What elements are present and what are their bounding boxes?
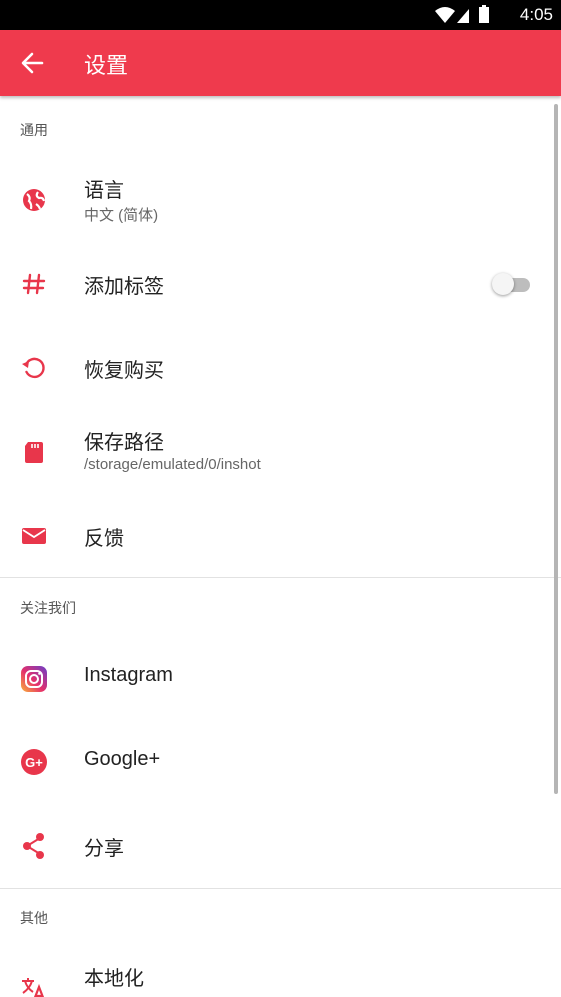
section-header-other: 其他 — [20, 910, 48, 926]
instagram-title: Instagram — [84, 664, 173, 686]
save-path-title: 保存路径 — [84, 432, 164, 454]
setting-item-restore-purchase[interactable]: 恢复购买 — [0, 326, 553, 410]
app-bar: 设置 — [0, 30, 561, 96]
page-title: 设置 — [84, 53, 129, 78]
language-value: 中文 (简体) — [84, 207, 159, 224]
setting-item-feedback[interactable]: 反馈 — [0, 494, 553, 578]
mail-icon — [22, 528, 46, 544]
section-header-general: 通用 — [20, 122, 48, 138]
settings-list[interactable]: 通用 语言 中文 (简体) 添加标签 恢复购买 保存路径 /storage/em… — [0, 96, 561, 997]
toggle-thumb — [492, 273, 514, 295]
status-icons — [435, 5, 489, 23]
back-arrow-icon[interactable] — [14, 46, 50, 80]
setting-item-google-plus[interactable]: G+ Google+ — [0, 720, 553, 804]
wifi-icon — [435, 7, 455, 23]
section-header-follow-us: 关注我们 — [20, 600, 76, 616]
status-time: 4:05 — [519, 5, 553, 24]
feedback-title: 反馈 — [84, 528, 124, 550]
restore-icon — [22, 357, 45, 379]
google-plus-icon: G+ — [21, 749, 47, 775]
share-title: 分享 — [84, 838, 124, 860]
setting-item-language[interactable]: 语言 中文 (简体) — [0, 158, 553, 242]
signal-icon — [457, 9, 469, 23]
globe-icon — [23, 189, 46, 211]
section-divider — [0, 577, 561, 578]
svg-text:G+: G+ — [25, 755, 43, 770]
status-bar: 4:05 — [0, 0, 561, 30]
save-path-value: /storage/emulated/0/inshot — [84, 456, 261, 473]
setting-item-add-tags[interactable]: 添加标签 — [0, 242, 553, 326]
battery-icon — [479, 7, 489, 23]
section-divider — [0, 888, 561, 889]
add-tags-title: 添加标签 — [84, 276, 164, 298]
sd-card-icon — [25, 442, 43, 463]
setting-item-save-path[interactable]: 保存路径 /storage/emulated/0/inshot — [0, 410, 553, 494]
google-plus-title: Google+ — [84, 748, 161, 770]
scrollbar[interactable] — [554, 104, 558, 794]
restore-purchase-title: 恢复购买 — [84, 360, 164, 382]
setting-item-share[interactable]: 分享 — [0, 804, 553, 888]
setting-item-instagram[interactable]: Instagram — [0, 636, 553, 720]
translate-icon — [22, 978, 45, 997]
language-title: 语言 — [84, 180, 124, 202]
setting-item-localization[interactable]: 本地化 — [0, 948, 553, 997]
hashtag-icon — [22, 273, 46, 295]
share-icon — [23, 833, 44, 859]
add-tags-toggle[interactable] — [492, 273, 530, 295]
instagram-icon — [21, 666, 47, 692]
localization-title: 本地化 — [84, 968, 144, 990]
